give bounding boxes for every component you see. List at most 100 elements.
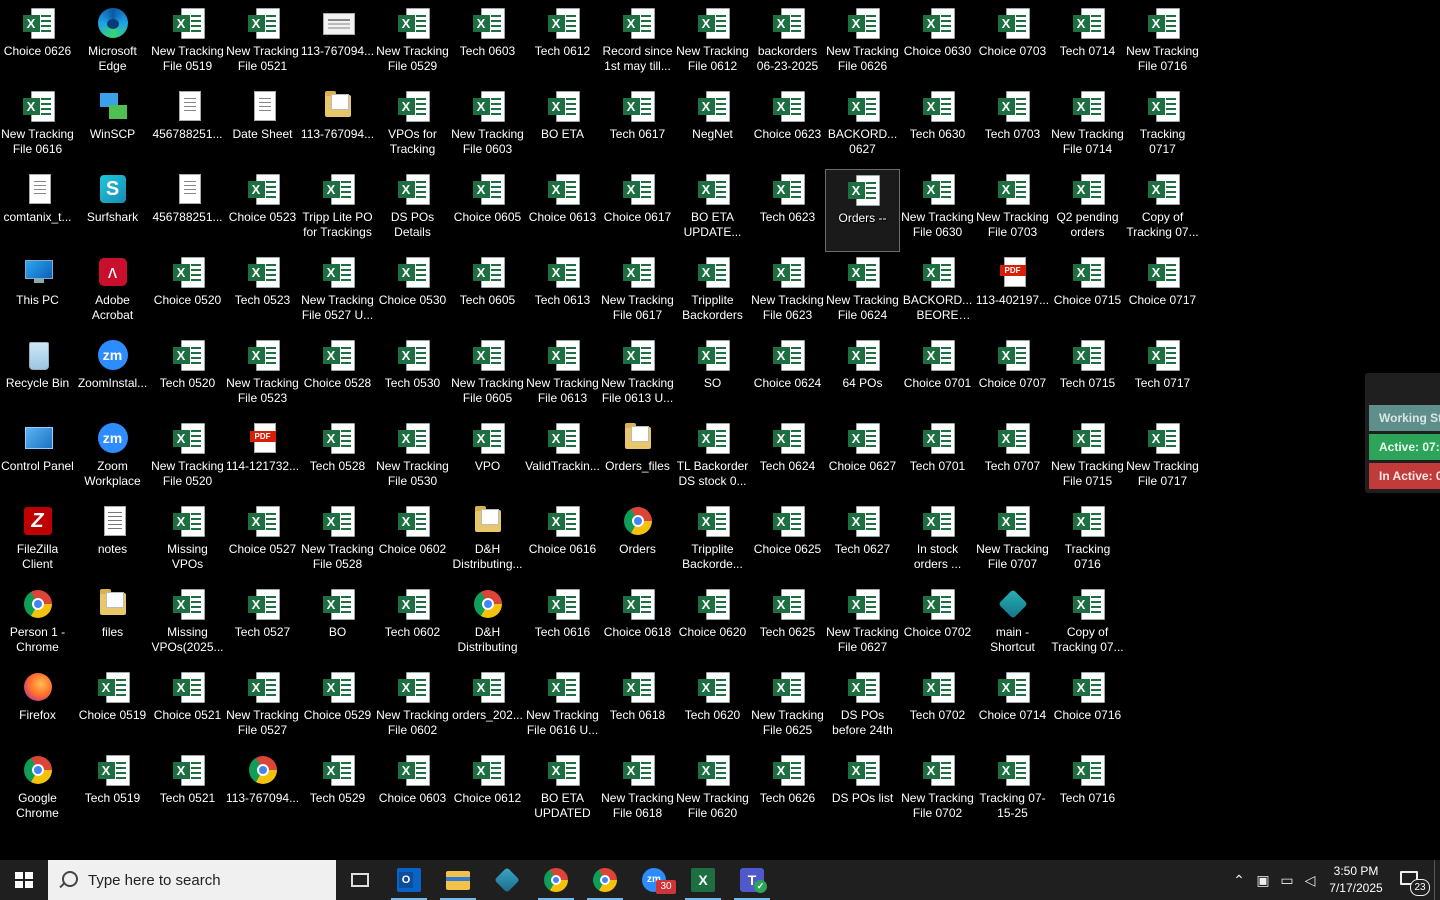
desktop-icon[interactable]: X New Tracking File 0716 (1125, 3, 1200, 86)
desktop-icon[interactable]: WinSCP (75, 86, 150, 169)
desktop-icon[interactable]: X Tech 0617 (600, 86, 675, 169)
desktop-icon[interactable]: X BO (300, 584, 375, 667)
desktop-icon[interactable]: X New Tracking File 0617 (600, 252, 675, 335)
desktop-icon[interactable]: X Choice 0616 (525, 501, 600, 584)
desktop-icon[interactable]: Control Panel (0, 418, 75, 501)
desktop-icon[interactable]: X New Tracking File 0613 U... (600, 335, 675, 418)
desktop-icon[interactable]: X Choice 0623 (750, 86, 825, 169)
desktop-icon[interactable]: X New Tracking File 0623 (750, 252, 825, 335)
desktop-icon[interactable]: X DS POs before 24th (825, 667, 900, 750)
desktop-icon[interactable]: X Tracking 0717 (1125, 86, 1200, 169)
task-view-button[interactable] (336, 860, 384, 900)
desktop-icon[interactable]: D&H Distributing... (450, 501, 525, 584)
desktop-icon[interactable]: X Tech 0627 (825, 501, 900, 584)
desktop-icon[interactable]: X DS POs list (825, 750, 900, 833)
taskbar-search[interactable] (48, 860, 336, 900)
desktop-icon[interactable]: X New Tracking File 0523 (225, 335, 300, 418)
desktop-icon[interactable]: Google Chrome (0, 750, 75, 833)
desktop-icon[interactable]: X Tripp Lite PO for Trackings (300, 169, 375, 252)
volume-icon[interactable]: ◁ (1298, 860, 1322, 900)
desktop-icon[interactable]: X Tech 0613 (525, 252, 600, 335)
desktop-icon[interactable]: X BO ETA (525, 86, 600, 169)
desktop-icon[interactable]: zm ZoomInstal... (75, 335, 150, 418)
desktop-icon[interactable]: PDF 113-402197... (975, 252, 1050, 335)
desktop-icon[interactable]: X New Tracking File 0630 (900, 169, 975, 252)
desktop-icon[interactable]: X Choice 0528 (300, 335, 375, 418)
desktop-icon[interactable]: X Tech 0523 (225, 252, 300, 335)
desktop-icon[interactable]: X New Tracking File 0620 (675, 750, 750, 833)
desktop-icon[interactable]: ᴧ Adobe Acrobat (75, 252, 150, 335)
desktop-icon[interactable]: X Choice 0630 (900, 3, 975, 86)
desktop-icon[interactable]: X Choice 0620 (675, 584, 750, 667)
desktop-icon[interactable]: X New Tracking File 0616 U... (525, 667, 600, 750)
desktop-icon[interactable]: X Tech 0521 (150, 750, 225, 833)
desktop-icon[interactable]: X Choice 0523 (225, 169, 300, 252)
desktop-icon[interactable]: X Tech 0603 (450, 3, 525, 86)
desktop-icon[interactable]: X In stock orders ... (900, 501, 975, 584)
desktop-icon[interactable]: X DS POs Details (375, 169, 450, 252)
desktop-icon[interactable]: X Tech 0602 (375, 584, 450, 667)
desktop-icon[interactable]: X Tech 0605 (450, 252, 525, 335)
desktop-icon[interactable]: X VPO (450, 418, 525, 501)
desktop-icon[interactable]: X Missing VPOs(2025... (150, 584, 225, 667)
desktop-icon[interactable]: X New Tracking File 0616 (0, 86, 75, 169)
desktop-icon[interactable]: X Choice 0602 (375, 501, 450, 584)
desktop-icon[interactable]: X SO (675, 335, 750, 418)
desktop-icon[interactable]: X New Tracking File 0625 (750, 667, 825, 750)
desktop-icon[interactable]: X Choice 0605 (450, 169, 525, 252)
desktop-icon[interactable]: X New Tracking File 0613 (525, 335, 600, 418)
desktop-icon[interactable]: X Record since 1st may till... (600, 3, 675, 86)
desktop-icon[interactable]: X New Tracking File 0626 (825, 3, 900, 86)
desktop-icon[interactable]: X Tech 0529 (300, 750, 375, 833)
desktop-icon[interactable]: X Tech 0620 (675, 667, 750, 750)
network-icon[interactable]: ▭ (1275, 860, 1299, 900)
desktop-icon[interactable]: X New Tracking File 0618 (600, 750, 675, 833)
desktop-icon[interactable]: X Copy of Tracking 07... (1125, 169, 1200, 252)
desktop-icon[interactable]: X New Tracking File 0714 (1050, 86, 1125, 169)
desktop-icon[interactable]: X Choice 0520 (150, 252, 225, 335)
desktop-icon[interactable]: X Q2 pending orders (1050, 169, 1125, 252)
desktop-icon[interactable]: X TL Backorder DS stock 0... (675, 418, 750, 501)
desktop-icon[interactable]: X Tech 0702 (900, 667, 975, 750)
desktop-icon[interactable]: PDF 114-121732... (225, 418, 300, 501)
desktop-icon[interactable]: 113-767094... (300, 3, 375, 86)
desktop-icon[interactable]: X Tech 0701 (900, 418, 975, 501)
desktop-icon[interactable]: X Tech 0520 (150, 335, 225, 418)
zoom-button[interactable]: zm 30 (630, 860, 678, 900)
desktop-icon[interactable]: 456788251... (150, 169, 225, 252)
desktop-icon[interactable]: S Surfshark (75, 169, 150, 252)
desktop-icon[interactable]: X New Tracking File 0603 (450, 86, 525, 169)
desktop-icon[interactable]: notes (75, 501, 150, 584)
desktop-icon[interactable]: X New Tracking File 0717 (1125, 418, 1200, 501)
desktop-icon[interactable]: X Choice 0530 (375, 252, 450, 335)
desktop-icon[interactable]: X Choice 0613 (525, 169, 600, 252)
desktop-icon[interactable]: X Choice 0714 (975, 667, 1050, 750)
desktop-icon[interactable]: X Tech 0624 (750, 418, 825, 501)
desktop-icon[interactable]: X New Tracking File 0520 (150, 418, 225, 501)
desktop-icon[interactable]: Firefox (0, 667, 75, 750)
desktop-icon[interactable]: X Choice 0529 (300, 667, 375, 750)
chevron-up-icon[interactable]: ⌃ (1227, 860, 1251, 900)
desktop-icon[interactable]: X Choice 0624 (750, 335, 825, 418)
desktop-icon[interactable]: X BACKORD... BEORE 23R... (900, 252, 975, 335)
desktop-icon[interactable]: X Tech 0625 (750, 584, 825, 667)
desktop-icon[interactable]: X New Tracking File 0530 (375, 418, 450, 501)
desktop-icon[interactable]: X New Tracking File 0715 (1050, 418, 1125, 501)
desktop-icon[interactable]: 456788251... (150, 86, 225, 169)
desktop-icon[interactable]: X New Tracking File 0521 (225, 3, 300, 86)
desktop-icon[interactable]: X Tracking 07-15-25 (975, 750, 1050, 833)
desktop-icon[interactable]: X Missing VPOs (150, 501, 225, 584)
desktop-icon[interactable]: Z FileZilla Client (0, 501, 75, 584)
notification-center-button[interactable]: 23 (1390, 860, 1434, 900)
desktop-icon[interactable]: Person 1 - Chrome (0, 584, 75, 667)
teams-button[interactable]: T (728, 860, 776, 900)
desktop-icon[interactable]: main - Shortcut (975, 584, 1050, 667)
desktop-icon[interactable]: X 64 POs (825, 335, 900, 418)
desktop-icon[interactable]: X Choice 0703 (975, 3, 1050, 86)
desktop-icon[interactable]: X Tech 0714 (1050, 3, 1125, 86)
outlook-button[interactable] (385, 860, 433, 900)
desktop-icon[interactable]: X Tech 0612 (525, 3, 600, 86)
chrome-button[interactable] (532, 860, 580, 900)
desktop-icon[interactable]: X Choice 0702 (900, 584, 975, 667)
desktop-icon[interactable]: X Choice 0715 (1050, 252, 1125, 335)
